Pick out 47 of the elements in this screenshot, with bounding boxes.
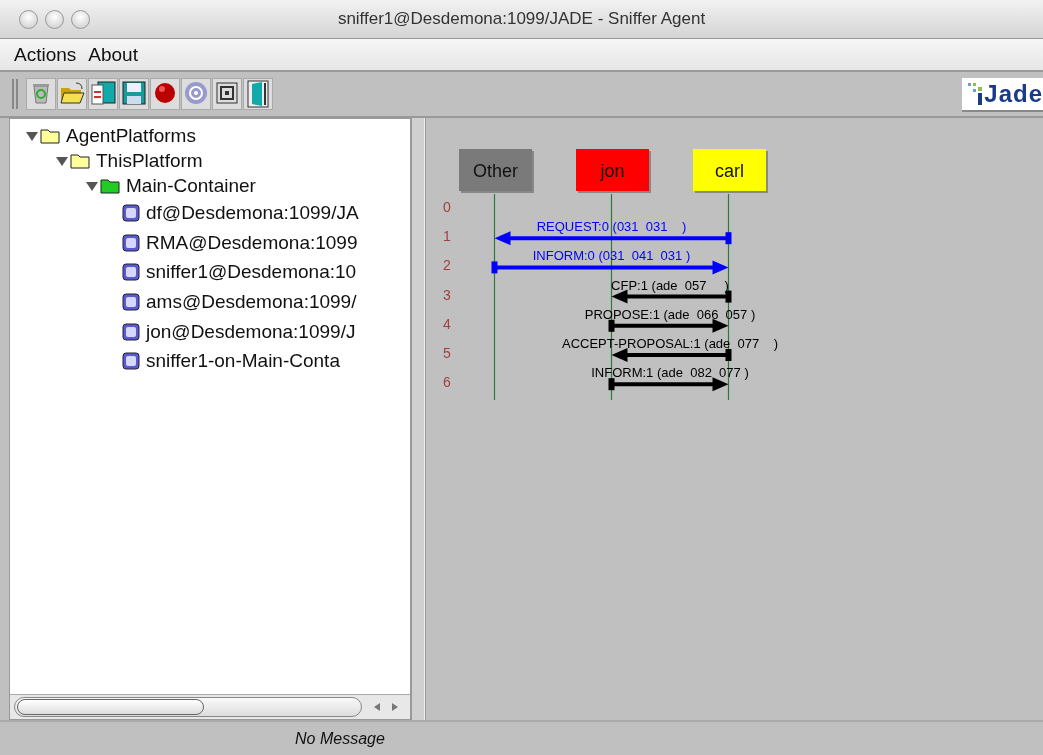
agent-box[interactable]: Other — [459, 149, 534, 193]
agent-icon — [122, 322, 140, 341]
agent-icon — [122, 263, 140, 282]
agent-icon — [122, 292, 140, 311]
expanded-triangle-icon[interactable] — [25, 129, 39, 142]
row-number: 4 — [443, 315, 451, 332]
document-disk-button[interactable] — [88, 78, 118, 110]
row-number: 6 — [443, 374, 451, 391]
folder-icon — [70, 152, 90, 169]
menu-item[interactable]: Actions — [14, 43, 77, 66]
trash-button[interactable] — [26, 78, 56, 110]
tree-node-label[interactable]: sniffer1-on-Main-Conta — [146, 350, 340, 373]
logo: Jade — [962, 78, 1043, 110]
row-number: 2 — [443, 257, 451, 274]
folder-icon — [100, 177, 120, 194]
ball-button[interactable] — [150, 78, 180, 110]
open-folder-button[interactable] — [57, 78, 87, 110]
tree-node-label[interactable]: AgentPlatforms — [66, 124, 196, 147]
agent-box[interactable]: carl — [693, 149, 768, 193]
row-number: 5 — [443, 345, 451, 361]
expanded-triangle-icon[interactable] — [85, 179, 99, 192]
toolbar-grip[interactable] — [12, 79, 18, 109]
agent-icon — [122, 233, 140, 252]
tree-node-label[interactable]: Main-Container — [126, 174, 256, 197]
door-icon — [244, 79, 272, 109]
tree-node-label[interactable]: ThisPlatform — [96, 149, 203, 172]
tree-node-label[interactable]: sniffer1@Desdemona:10 — [146, 261, 357, 284]
floppy-disk-button[interactable] — [119, 78, 149, 110]
agent-icon — [122, 352, 140, 371]
tree-node-label[interactable]: df@Desdemona:1099/JA — [146, 201, 359, 224]
door-button[interactable] — [243, 78, 273, 110]
squares-icon — [968, 81, 983, 107]
window-title: sniffer1@Desdemona:1099/JADE - Sniffer Agent — [337, 9, 706, 28]
tree-node-label[interactable]: jon@Desdemona:1099/J — [146, 320, 356, 343]
agent-icon — [122, 203, 140, 222]
folder-icon — [40, 127, 60, 144]
agent-box[interactable]: jon — [576, 149, 651, 193]
tree-node-label[interactable]: ams@Desdemona:1099/ — [146, 290, 357, 313]
message-label: REQUEST:0 (031 031 ) — [536, 219, 687, 235]
status-message: No Message — [295, 729, 385, 748]
tree-node-label[interactable]: RMA@Desdemona:1099 — [146, 231, 358, 254]
horizontal-scrollbar[interactable] — [10, 694, 410, 719]
expanded-triangle-icon[interactable] — [55, 154, 69, 167]
row-number: 0 — [443, 199, 451, 215]
menu-item[interactable]: About — [88, 43, 138, 66]
row-number: 3 — [443, 286, 451, 303]
row-number: 1 — [443, 228, 451, 245]
